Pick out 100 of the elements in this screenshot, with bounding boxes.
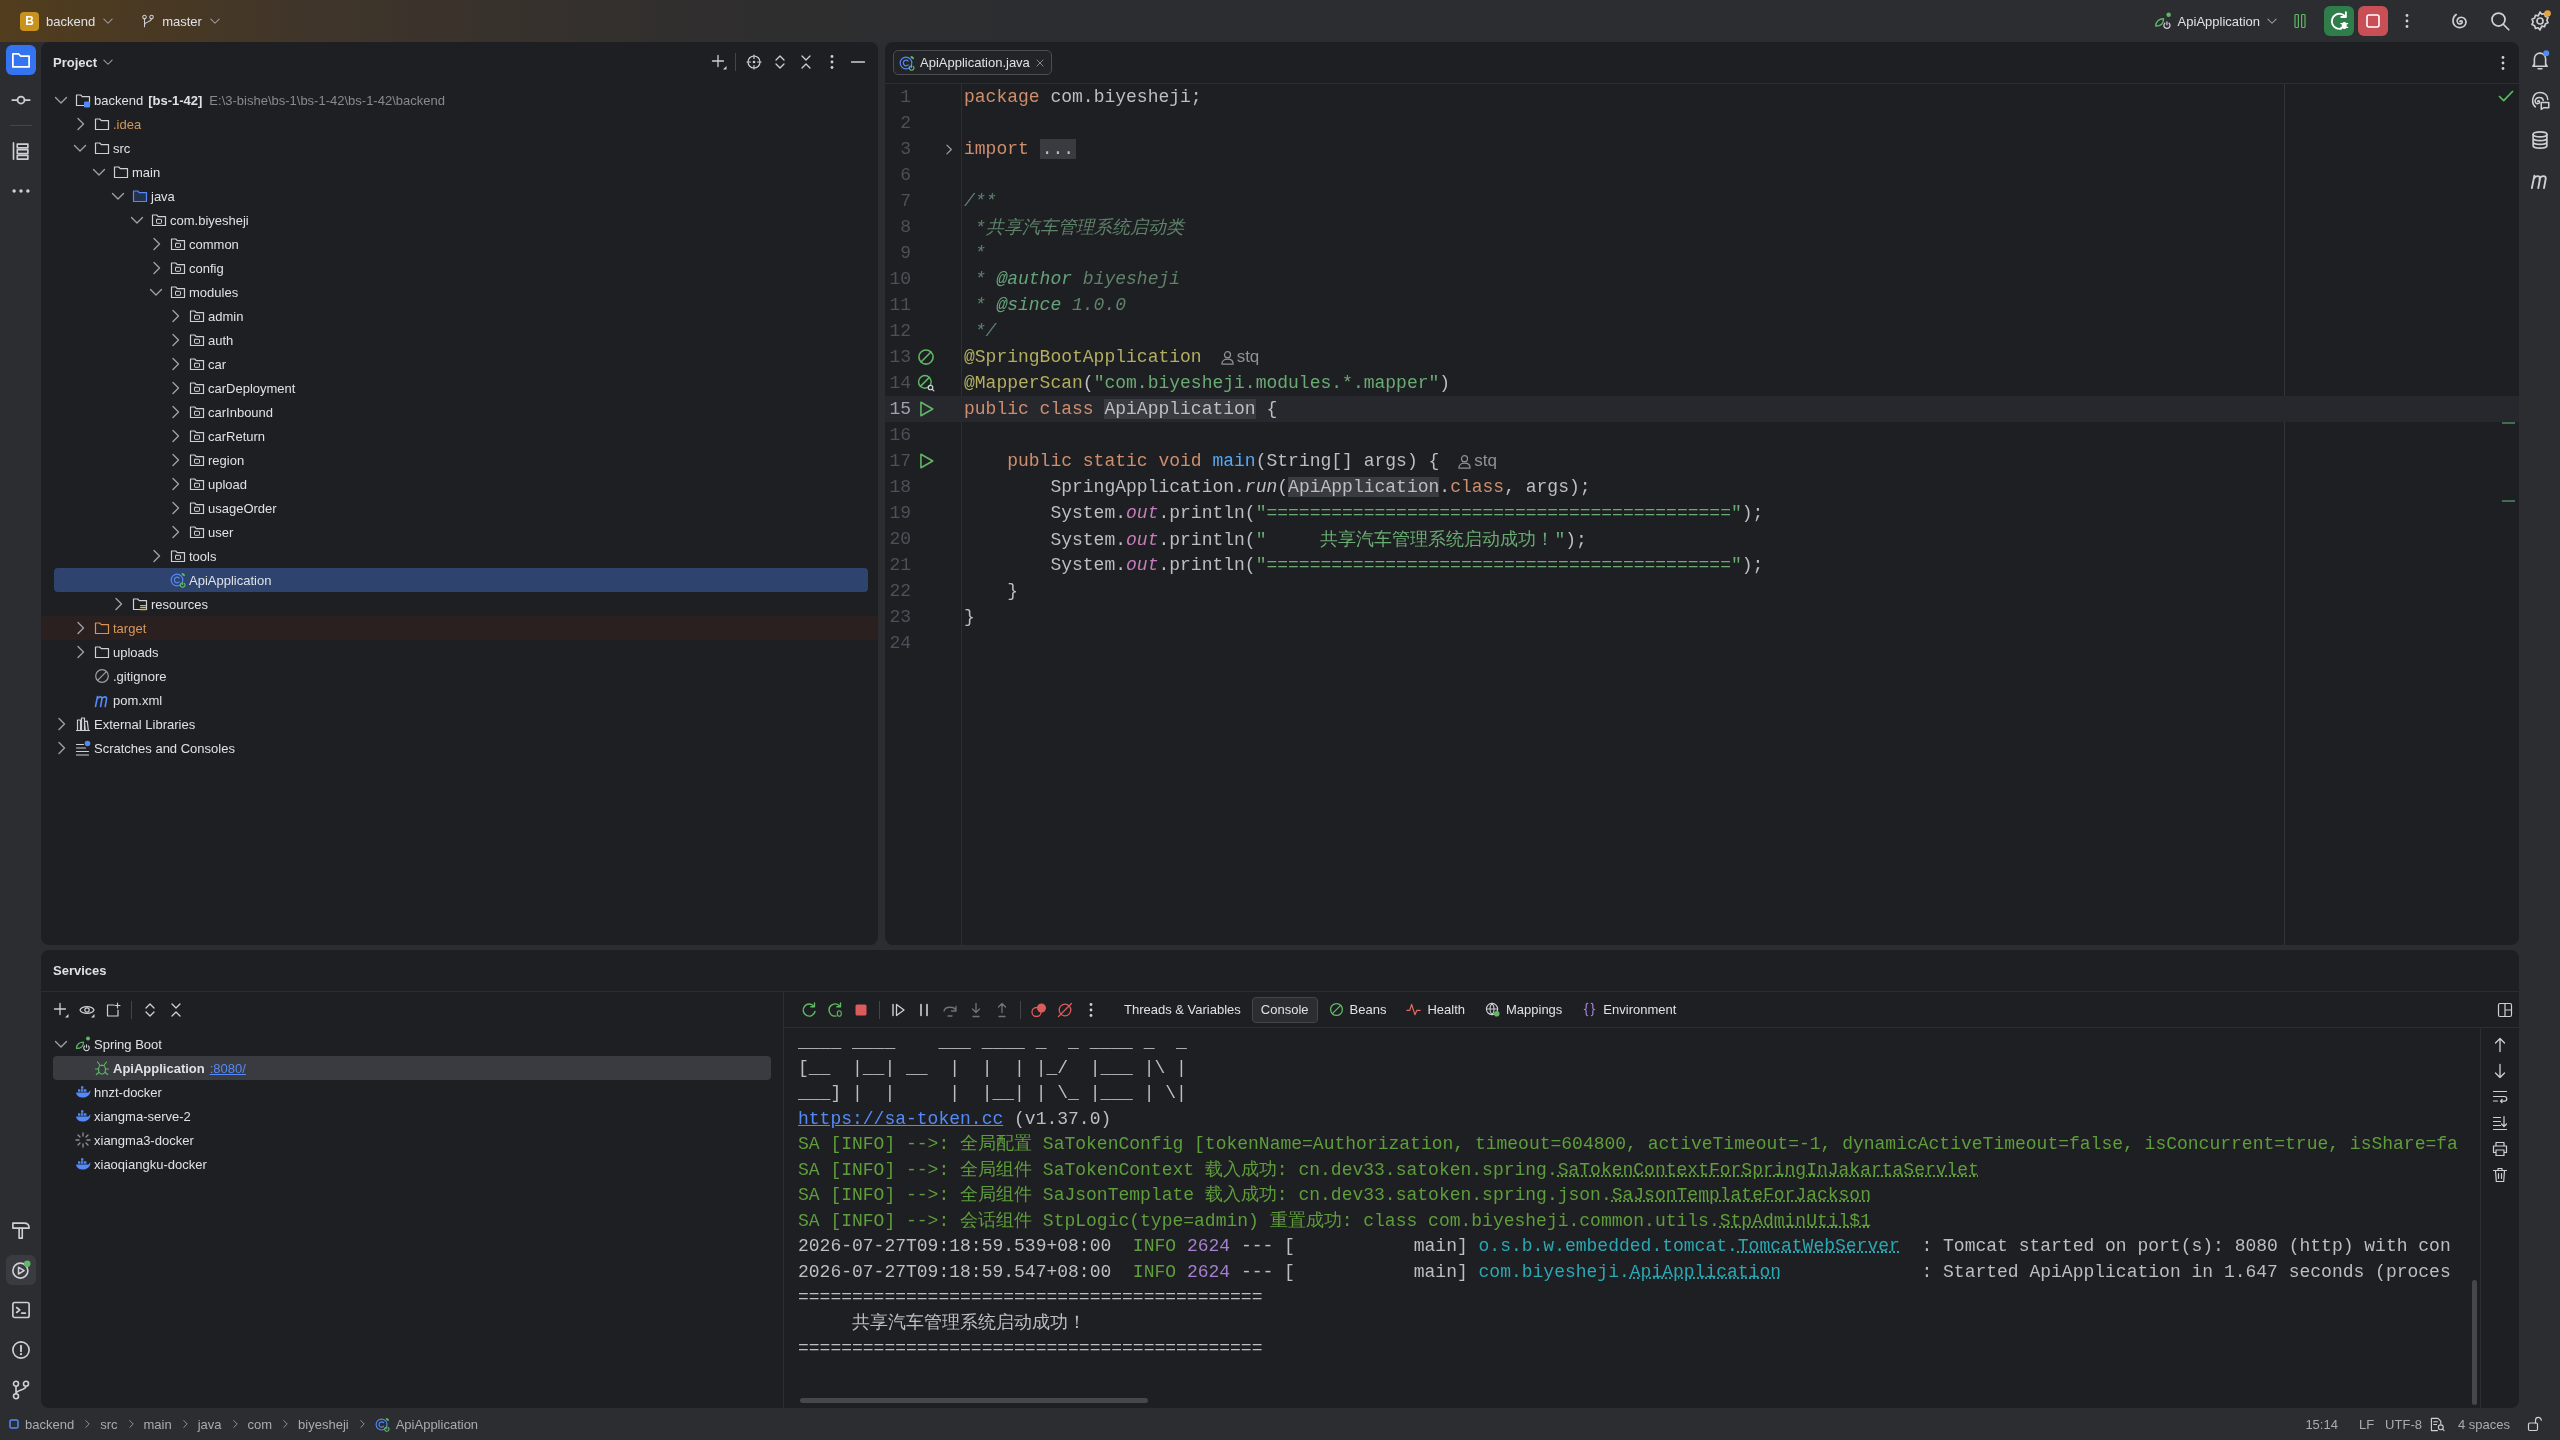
breakpoints-icon[interactable] [1031,1001,1047,1018]
tree-item[interactable]: backend [bs-1-42] E:\3-bishe\bs-1\bs-1-42\bs-1-42\backend [53,88,453,112]
branch-dropdown[interactable]: master [137,6,225,36]
console-link[interactable]: SaTokenContextForSpringInJakartaServlet [1557,1159,1979,1180]
repository-dropdown[interactable]: B backend [16,6,119,36]
tree-item[interactable]: Scratches and Consoles [53,736,243,760]
chat-spiral-icon[interactable] [2529,90,2550,110]
tree-item[interactable]: External Libraries [53,712,204,736]
tree-item[interactable]: src [72,136,139,160]
crossed-circle-search-icon[interactable] [917,374,935,392]
console-link[interactable]: https://sa-token.cc [798,1108,1004,1129]
resume-icon[interactable] [890,1001,906,1018]
console-link[interactable]: SaJsonTemplateForJackson [1611,1185,1871,1205]
tree-item[interactable]: .idea [72,112,150,136]
tree-item[interactable]: target [41,616,878,640]
tree-item[interactable]: modules [148,280,247,304]
search-icon[interactable] [2490,11,2510,31]
console-link[interactable]: StpAdminUtil$1 [1719,1210,1871,1231]
trash-icon[interactable] [2492,1167,2508,1183]
tree-item[interactable]: ApiApplication [54,568,868,592]
tool-window-button[interactable] [5,45,36,75]
tree-item[interactable]: carInbound [167,400,282,424]
console-tab[interactable]: Environment [1573,996,1686,1023]
tree-item[interactable]: auth [167,328,242,352]
tree-item[interactable]: upload [167,472,256,496]
spiral-icon[interactable] [2450,11,2470,31]
tree-item[interactable]: admin [167,304,252,328]
minimize-icon[interactable] [850,61,866,63]
tree-item[interactable]: java [110,184,183,208]
tree-item[interactable]: com.biyesheji [129,208,257,232]
layout-icon[interactable] [2497,1001,2513,1018]
author-hint[interactable]: stq [1474,451,1497,471]
tree-item[interactable]: ApiApplication :8080/ [53,1056,771,1080]
plus-icon[interactable] [711,54,727,70]
run-icon[interactable] [917,452,935,470]
author-hint[interactable]: stq [1236,347,1260,367]
breadcrumb[interactable]: biyesheji [298,1412,349,1436]
console-tab[interactable]: Health [1397,996,1474,1023]
rerun-debug-button[interactable] [2324,6,2354,36]
view-selector[interactable]: Project [53,49,115,75]
breadcrumb[interactable]: main [143,1412,172,1436]
tree-item[interactable]: carReturn [167,424,274,448]
breadcrumb[interactable]: src [100,1412,118,1436]
caret-position[interactable]: 15:14 [2305,1412,2338,1436]
console-tab[interactable]: Beans [1319,996,1396,1023]
tree-item[interactable]: car [167,352,235,376]
crossed-circle-icon[interactable] [917,348,935,366]
tree-item[interactable]: Spring Boot [53,1032,170,1056]
console-tab[interactable]: Console [1251,996,1318,1023]
breadcrumb[interactable]: backend [9,1412,75,1436]
console-tab[interactable]: Mappings [1476,996,1572,1023]
tree-item[interactable]: config [148,256,232,280]
close-icon[interactable] [1034,57,1045,68]
tree-item[interactable]: .gitignore [72,664,175,688]
tree-item[interactable]: region [167,448,253,472]
breadcrumb[interactable]: com [247,1412,273,1436]
rerun-icon[interactable] [801,1001,817,1018]
tree-item[interactable]: main [91,160,169,184]
tree-item[interactable]: hnzt-docker [53,1080,170,1104]
arrow-down-icon[interactable] [2492,1063,2508,1079]
more-icon[interactable] [11,189,30,193]
tree-item[interactable]: xiaoqiangku-docker [53,1152,215,1176]
database-icon[interactable] [2529,130,2550,150]
line-separator[interactable]: LF [2358,1412,2375,1436]
breadcrumb[interactable]: java [197,1412,222,1436]
console-link[interactable]: TomcatWebServer [1737,1236,1900,1256]
vertical-scrollbar[interactable] [2472,1280,2477,1405]
tree-item[interactable]: xiangma-serve-2 [53,1104,199,1128]
tree-item[interactable]: usageOrder [167,496,285,520]
editor-tab[interactable]: ApiApplication.java [893,50,1052,75]
tree-item[interactable]: resources [110,592,217,616]
tool-window-button[interactable] [5,1255,36,1285]
printer-icon[interactable] [2492,1141,2508,1157]
scroll-to-end-icon[interactable] [2492,1115,2508,1131]
arrow-up-icon[interactable] [2492,1037,2508,1053]
horizontal-scrollbar[interactable] [800,1398,1148,1403]
crosshair-icon[interactable] [746,54,762,70]
file-encoding[interactable]: UTF-8 [2385,1412,2422,1436]
unlocked-icon[interactable] [2527,1416,2543,1432]
tree-item[interactable]: xiangma3-docker [53,1128,202,1152]
breadcrumb[interactable]: ApiApplication [374,1412,479,1436]
folded-code[interactable]: ... [1039,139,1077,159]
bell-icon[interactable] [2529,50,2550,70]
soft-wrap-icon[interactable] [2492,1089,2508,1105]
indent-setting[interactable]: 4 spaces [2429,1412,2510,1436]
tree-item[interactable]: user [167,520,242,544]
console-link[interactable]: ApiApplication [1629,1261,1781,1282]
plus-icon[interactable] [53,1002,69,1018]
rerun-bug-icon[interactable] [827,1001,843,1018]
tree-item[interactable]: common [148,232,247,256]
tree-item[interactable]: uploads [72,640,167,664]
tree-item[interactable]: carDeployment [167,376,304,400]
tree-item[interactable]: pom.xml [72,688,171,712]
pause-icon[interactable] [2292,13,2308,29]
stop-button[interactable] [2358,6,2388,36]
new-tab-icon[interactable] [105,1002,121,1018]
mute-breakpoints-icon[interactable] [1057,1001,1073,1018]
console-tab[interactable]: Threads & Variables [1115,996,1250,1023]
run-configuration-dropdown[interactable]: ApiApplication [2149,6,2282,36]
run-icon[interactable] [917,400,935,418]
